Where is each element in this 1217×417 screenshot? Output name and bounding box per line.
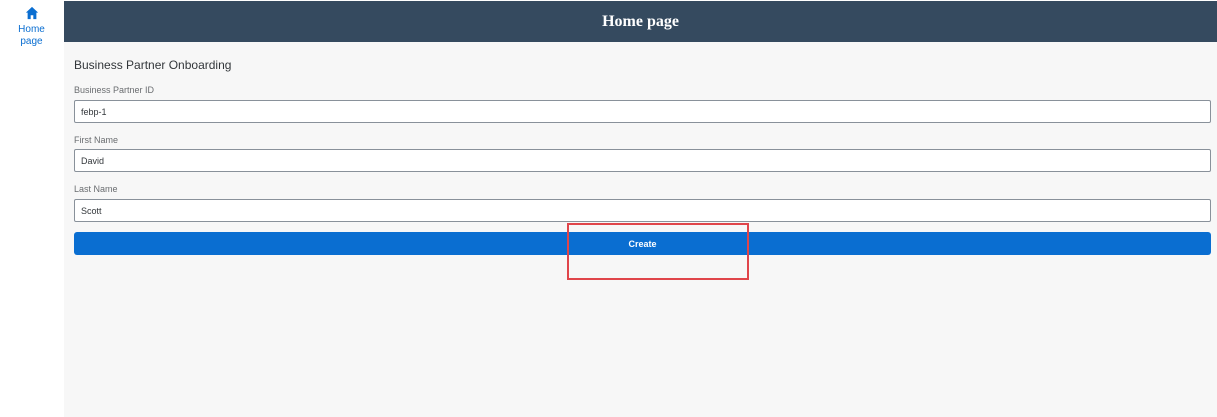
first-name-label: First Name xyxy=(74,135,119,145)
first-name-input[interactable] xyxy=(74,149,1211,172)
app-window: Home page Home page Business Partner Onb… xyxy=(0,0,1217,417)
main-content: Business Partner Onboarding Business Par… xyxy=(64,42,1217,417)
last-name-input[interactable] xyxy=(74,199,1211,222)
sidebar: Home page xyxy=(0,0,63,417)
home-icon xyxy=(25,6,38,20)
sidebar-item-label: Home page xyxy=(18,24,45,47)
business-partner-id-label: Business Partner ID xyxy=(74,85,155,95)
last-name-label: Last Name xyxy=(74,184,118,194)
sidebar-item-home[interactable]: Home page xyxy=(0,4,63,52)
business-partner-id-input[interactable] xyxy=(74,100,1211,123)
page-title: Home page xyxy=(602,12,679,30)
form-title: Business Partner Onboarding xyxy=(74,58,232,72)
create-button[interactable]: Create xyxy=(74,232,1211,255)
header-bar: Home page xyxy=(64,1,1217,42)
